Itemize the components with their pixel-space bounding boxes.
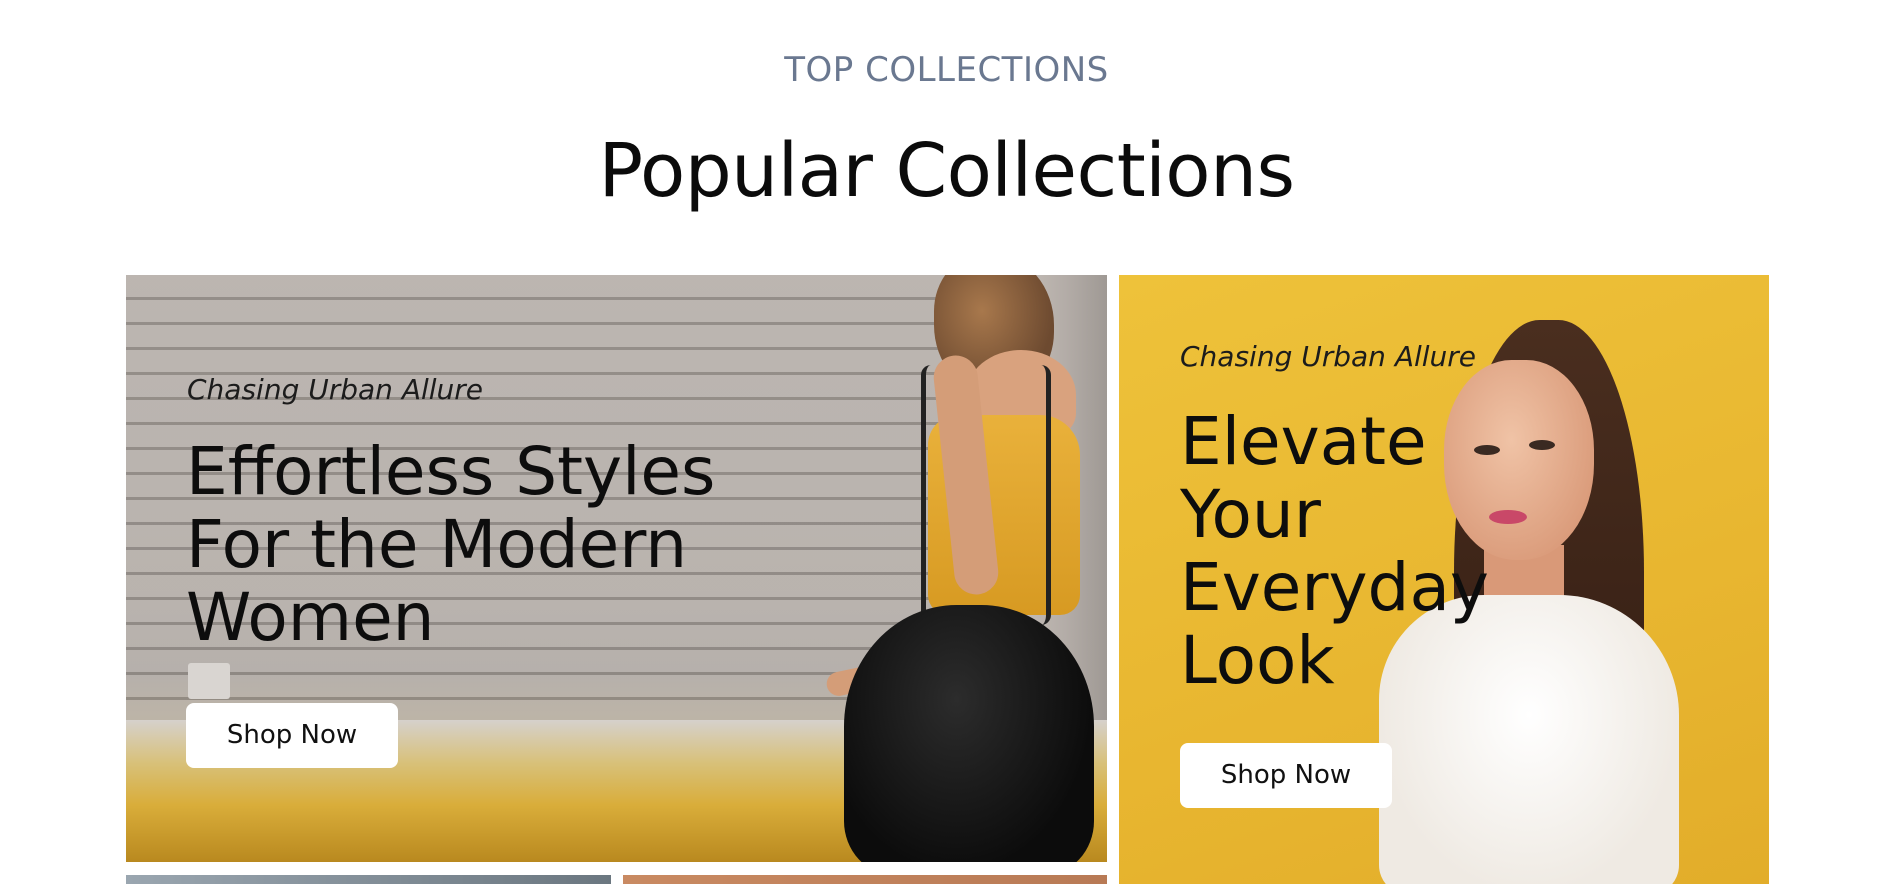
card-eyebrow: Chasing Urban Allure <box>1180 340 1477 373</box>
section-eyebrow: TOP COLLECTIONS <box>784 50 1109 90</box>
collection-card-partial[interactable] <box>126 875 611 884</box>
section-title: Popular Collections <box>598 128 1295 214</box>
card-title: Effortless Styles For the Modern Women <box>186 433 716 656</box>
collection-card-partial[interactable] <box>623 875 1107 884</box>
shop-now-button[interactable]: Shop Now <box>1180 743 1392 808</box>
card-title: Elevate Your Everyday Look <box>1180 403 1489 699</box>
card-eyebrow: Chasing Urban Allure <box>187 373 484 406</box>
model-image <box>816 275 1094 862</box>
popular-collections-section: TOP COLLECTIONS Popular Collections Chas… <box>0 0 1893 884</box>
collection-card-everyday-look[interactable]: Chasing Urban Allure Elevate Your Everyd… <box>1119 275 1769 884</box>
shop-now-button[interactable]: Shop Now <box>186 703 398 768</box>
card-background-latch <box>188 663 230 699</box>
black-bag <box>844 605 1094 862</box>
model-eye <box>1529 440 1555 450</box>
collection-card-modern-women[interactable]: Chasing Urban Allure Effortless Styles F… <box>126 275 1107 862</box>
bag-strap <box>921 365 1051 625</box>
